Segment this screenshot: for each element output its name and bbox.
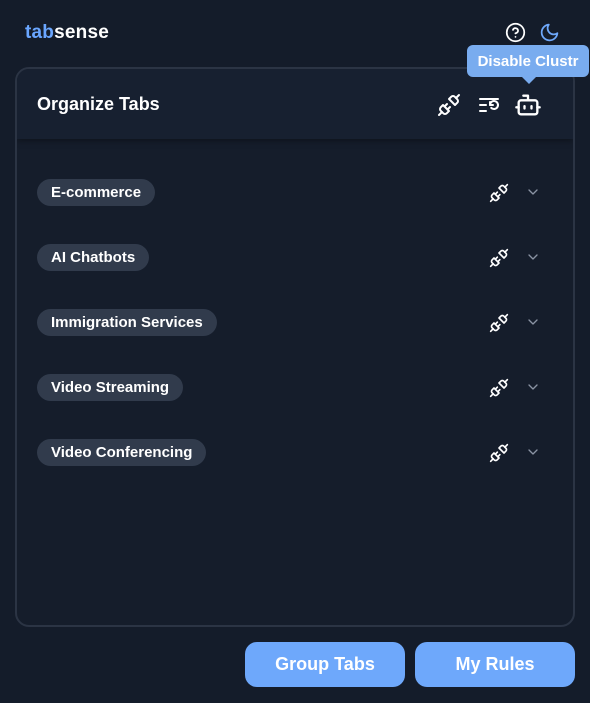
plug-icon[interactable] bbox=[487, 311, 511, 335]
panel-title: Organize Tabs bbox=[37, 94, 160, 114]
moon-icon[interactable] bbox=[538, 21, 560, 43]
group-row[interactable]: Video Conferencing bbox=[17, 433, 573, 473]
app-logo: tabsense bbox=[25, 22, 109, 44]
group-chip[interactable]: AI Chatbots bbox=[37, 244, 150, 271]
bot-icon[interactable] bbox=[514, 91, 542, 119]
group-chip[interactable]: E-commerce bbox=[37, 179, 156, 206]
logo-accent: tab bbox=[25, 22, 55, 43]
chevron-down-icon[interactable] bbox=[524, 443, 542, 461]
plug-icon[interactable] bbox=[487, 376, 511, 400]
group-row[interactable]: Video Streaming bbox=[17, 368, 573, 408]
group-chip[interactable]: Video Conferencing bbox=[37, 439, 207, 466]
chevron-down-icon[interactable] bbox=[524, 248, 542, 266]
plug-icon[interactable] bbox=[435, 91, 463, 119]
chevron-down-icon[interactable] bbox=[524, 183, 542, 201]
group-row[interactable]: E-commerce bbox=[17, 173, 573, 213]
chevron-down-icon[interactable] bbox=[524, 313, 542, 331]
list-restore-icon[interactable] bbox=[475, 91, 503, 119]
group-chip[interactable]: Video Streaming bbox=[37, 374, 184, 401]
organize-tabs-panel: Organize Tabs E-commerce AI Chatbots Imm… bbox=[15, 67, 575, 627]
plug-icon[interactable] bbox=[487, 246, 511, 270]
help-circle-icon[interactable] bbox=[504, 21, 526, 43]
group-row[interactable]: AI Chatbots bbox=[17, 238, 573, 278]
plug-icon[interactable] bbox=[487, 441, 511, 465]
my-rules-button[interactable]: My Rules bbox=[415, 642, 575, 687]
disable-clustr-tooltip: Disable Clustr bbox=[467, 45, 589, 84]
logo-rest: sense bbox=[54, 22, 109, 43]
group-tabs-button[interactable]: Group Tabs bbox=[245, 642, 405, 687]
group-row[interactable]: Immigration Services bbox=[17, 303, 573, 343]
chevron-down-icon[interactable] bbox=[524, 378, 542, 396]
panel-header: Organize Tabs bbox=[17, 69, 573, 139]
plug-icon[interactable] bbox=[487, 181, 511, 205]
group-chip[interactable]: Immigration Services bbox=[37, 309, 217, 336]
